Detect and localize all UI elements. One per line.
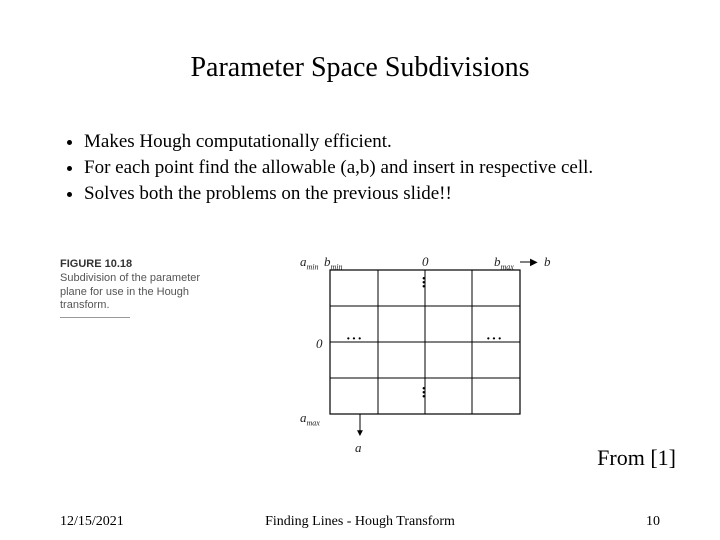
ellipsis-vertical-icon: •••	[422, 388, 426, 400]
bullet-list: Makes Hough computationally efficient. F…	[60, 130, 660, 207]
ellipsis-vertical-icon: •••	[422, 278, 426, 290]
ellipsis-horizontal-icon: ···	[346, 332, 363, 348]
ellipsis-horizontal-icon: ···	[486, 332, 503, 348]
list-item: For each point find the allowable (a,b) …	[84, 156, 660, 180]
figure-rule	[60, 317, 130, 318]
figure: FIGURE 10.18 Subdivision of the paramete…	[60, 258, 660, 448]
figure-caption: FIGURE 10.18 Subdivision of the paramete…	[60, 258, 210, 318]
slide: Parameter Space Subdivisions Makes Hough…	[0, 0, 720, 540]
citation-ref: From [1]	[597, 445, 676, 471]
figure-caption-text: Subdivision of the parameter plane for u…	[60, 272, 200, 312]
figure-number: FIGURE 10.18	[60, 258, 132, 270]
page-number: 10	[646, 514, 660, 530]
footer-title: Finding Lines - Hough Transform	[60, 514, 660, 530]
list-item: Makes Hough computationally efficient.	[84, 130, 660, 154]
parameter-grid: bmin 0 bmax ▶ b amin 0 amax ▼ a	[290, 258, 560, 448]
page-title: Parameter Space Subdivisions	[0, 52, 720, 84]
list-item: Solves both the problems on the previous…	[84, 182, 660, 206]
